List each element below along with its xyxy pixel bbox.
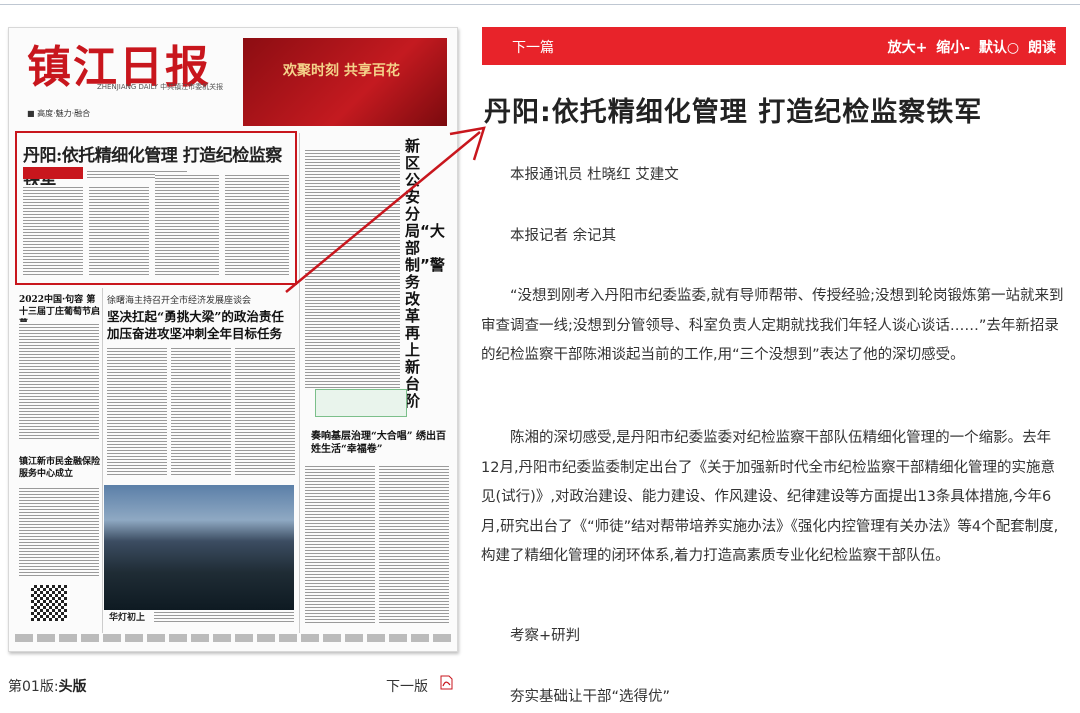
masthead: 镇江日报 ZHENJIANG DAILY 中共镇江市委机关报 [27, 38, 237, 100]
edition-name: 头版 [58, 679, 87, 695]
zoom-out-button[interactable]: 缩小- [936, 40, 970, 56]
photo-caption: 华灯初上 [109, 613, 146, 623]
section-headline: 奏响基层治理“大合唱” 绣出百姓生活“幸福卷” [311, 431, 446, 455]
next-edition-link[interactable]: 下一版 [386, 676, 428, 696]
masthead-motto: ■ 高度·魅力·融合 [27, 109, 91, 118]
text-column [379, 464, 449, 624]
zoom-in-button[interactable]: 放大+ [888, 40, 928, 56]
next-article-link[interactable]: 下一篇 [512, 37, 554, 57]
section-headline: 坚决扛起“勇挑大梁”的政治责任 加压奋进攻坚冲刺全年目标任务 [107, 309, 284, 341]
text-column [155, 173, 219, 277]
byline-reporter: 本报记者 余记其 [510, 228, 617, 244]
text-column [23, 185, 83, 277]
edition-prefix: 第01版: [8, 679, 59, 695]
page-footer [15, 634, 451, 642]
byline-correspondent: 本报通讯员 杜晓红 艾建文 [510, 167, 679, 183]
highlighted-article-area[interactable]: 丹阳:依托精细化管理 打造纪检监察铁军 [15, 131, 297, 285]
reader-tools: 放大+ 缩小- 默认○ 朗读 [884, 37, 1056, 57]
advertisement: 欢聚时刻 共享百花 [243, 38, 447, 126]
qr-code [31, 585, 67, 621]
section-kicker: 徐曙海主持召开全市经济发展座谈会 [107, 296, 252, 306]
headline-badge [23, 167, 83, 179]
masthead-subtitle: ZHENJIANG DAILY 中共镇江市委机关报 [97, 83, 224, 91]
article-paragraph: 陈湘的深切感受,是丹阳市纪委监委对纪检监察干部队伍精细化管理的一个缩影。去年12… [481, 430, 1059, 564]
text-column [171, 346, 231, 476]
edition-label: 第01版:头版 [8, 676, 87, 696]
article-title: 丹阳:依托精细化管理 打造纪检监察铁军 [484, 97, 983, 128]
column-divider [102, 288, 103, 633]
ad-text: 欢聚时刻 共享百花 [283, 63, 400, 79]
text-column [154, 610, 294, 624]
connector-arrow-icon [285, 126, 486, 293]
article-subhead: 考察+研判 [510, 628, 581, 644]
text-column [19, 322, 99, 440]
default-size-button[interactable]: 默认○ [979, 40, 1019, 56]
top-divider [0, 4, 1080, 5]
news-photo [104, 485, 294, 610]
reader-toolbar: 下一篇 放大+ 缩小- 默认○ 朗读 [482, 27, 1066, 65]
text-column [89, 185, 149, 277]
text-column [107, 346, 167, 476]
text-column [19, 486, 99, 578]
pdf-icon[interactable] [440, 675, 453, 690]
text-column [305, 464, 375, 624]
text-column [235, 346, 295, 476]
section-headline: 镇江新市民金融保险服务中心成立 [19, 457, 101, 479]
article-subhead: 夯实基础让干部“选得优” [510, 689, 671, 705]
promo-badge [315, 389, 407, 417]
article-paragraph: “没想到刚考入丹阳市纪委监委,就有导师帮带、传授经验;没想到轮岗锻炼第一站就来到… [481, 288, 1064, 363]
read-aloud-button[interactable]: 朗读 [1028, 40, 1056, 56]
